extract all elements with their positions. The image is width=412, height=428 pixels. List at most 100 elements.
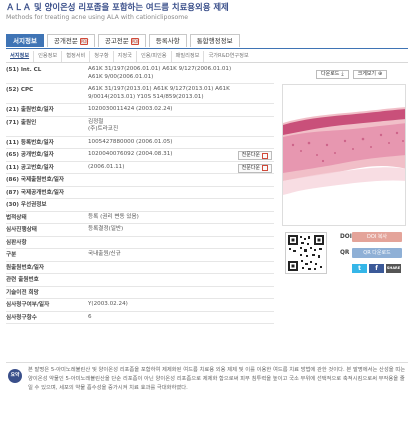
biblio-row: 심사청구여부/일자 Y(2003.02.24) — [6, 299, 274, 312]
subtab-claims[interactable]: 청구항 — [90, 50, 114, 62]
biblio-value: A61K 31/197(2006.01.01) A61K 9/127(2006.… — [88, 64, 274, 83]
tab-label: 통합행정정보 — [196, 37, 233, 45]
tab-registration[interactable]: 등록사항 — [148, 34, 187, 47]
biblio-row: 심사청구항수 6 — [6, 312, 274, 324]
biblio-value-line: 등록결정(일반) — [88, 226, 124, 232]
full-text-download-button[interactable]: 전문다운 — [237, 163, 272, 173]
biblio-label: (65) 공개번호/일자 — [6, 152, 54, 158]
biblio-row: (71) 출원인 김정철 (주)트라코진 — [6, 117, 274, 137]
qr-label: QR — [340, 250, 350, 256]
doi-copy-button[interactable]: DOI 복사 — [352, 232, 402, 242]
subtab-family[interactable]: 패밀리정보 — [172, 50, 205, 62]
biblio-row: (21) 출원번호/일자 1020030011424 (2003.02.24) — [6, 104, 274, 117]
biblio-value: 1005427880000 (2006.01.05) — [88, 137, 274, 149]
representative-drawing[interactable] — [282, 84, 406, 226]
tab-admin-info[interactable]: 통합행정정보 — [189, 34, 240, 47]
biblio-label: 법적상태 — [6, 214, 27, 221]
pdf-icon — [262, 152, 268, 159]
biblio-label: 심사청구여부/일자 — [6, 302, 50, 308]
biblio-row: (65) 공개번호/일자 1020040076092 (2004.08.31) 전문… — [6, 149, 274, 162]
biblio-value-line — [88, 189, 274, 197]
page-header: ＡＬＡ 및 양이온성 리포좀을 포함하는 여드름 치료용외용 제제 Method… — [6, 2, 408, 22]
subtab-divider — [6, 62, 408, 63]
biblio-label: 관련 출원번호 — [6, 277, 39, 283]
biblio-value — [88, 199, 274, 211]
biblio-value-line: (주)트라코진 — [88, 126, 119, 132]
subtab-cited-by[interactable]: 인용/피인용 — [137, 50, 172, 62]
biblio-value: 김정철 (주)트라코진 — [88, 117, 274, 136]
biblio-label: (52) CPC — [6, 87, 34, 93]
biblio-label: (51) Int. CL — [6, 67, 42, 73]
biblio-value: 등록결정(일반) — [88, 224, 274, 236]
image-toolbar: 다운로드 ⤓ 크게보기 ⊕ — [316, 70, 388, 79]
abstract-badge: 요약 — [8, 369, 22, 383]
biblio-label: (11) 공고번호/일자 — [6, 164, 54, 171]
biblio-value-line — [88, 276, 274, 284]
biblio-row: (86) 국제출원번호/일자 — [6, 174, 274, 187]
biblio-value: 6 — [88, 312, 274, 324]
biblio-value: Y(2003.02.24) — [88, 299, 274, 311]
biblio-value — [88, 274, 274, 286]
biblio-label: (11) 등록번호/일자 — [6, 139, 54, 146]
pdf-icon: PDF — [130, 37, 140, 45]
download-label: 다운로드 — [321, 71, 340, 77]
biblio-row: (52) CPC A61K 31/197(2013.01) A61K 9/127(… — [6, 84, 274, 104]
tab-announcement-full-text[interactable]: 공고전문 PDF — [97, 34, 146, 47]
biblio-value-line: 1020030011424 (2003.02.24) — [88, 106, 173, 112]
tab-label: 서지정보 — [13, 37, 37, 45]
biblio-value-line: 국내출원/신규 — [88, 251, 121, 257]
biblio-value-line: 9/0014(2013.01) Y10S 514/859(2013.01) — [88, 93, 204, 100]
biblio-value-line: 6 — [88, 313, 92, 320]
share-icon[interactable]: SHARE — [386, 264, 401, 273]
biblio-value-line: A61K 9/00(2006.01.01) — [88, 73, 154, 80]
qr-code-icon — [285, 232, 327, 274]
biblio-row: (11) 등록번호/일자 1005427880000 (2006.01.05) — [6, 137, 274, 149]
biblio-value-line — [88, 239, 274, 247]
qr-download-button[interactable]: QR 다운로드 — [352, 248, 402, 258]
twitter-icon[interactable]: t — [352, 264, 367, 273]
biblio-row: 구분 국내출원/신규 — [6, 249, 274, 262]
biblio-value-line: A61K 31/197(2013.01) A61K 9/127(2013.01)… — [88, 86, 230, 92]
biblio-value — [88, 187, 274, 199]
biblio-label: 심판사항 — [6, 239, 27, 246]
sub-tabs: 서지정보 인용정보 협정서비 청구항 지정국 인용/피인용 패밀리정보 국가R&… — [6, 50, 253, 62]
tab-label: 공개전문 — [53, 37, 78, 45]
biblio-value-line: 1005427880000 (2006.01.05) — [88, 138, 173, 145]
biblio-label: 기술이전 희망 — [6, 289, 39, 296]
biblio-row: 심사진행상태 등록결정(일반) — [6, 224, 274, 237]
subtab-bibliography[interactable]: 서지정보 — [6, 50, 35, 62]
biblio-value-line: 김정철 — [88, 118, 104, 125]
biblio-value: A61K 31/197(2013.01) A61K 9/127(2013.01)… — [88, 84, 274, 103]
image-download-button[interactable]: 다운로드 ⤓ — [316, 70, 349, 79]
full-text-download-button[interactable]: 전문다운 — [237, 151, 272, 160]
biblio-value — [88, 174, 274, 186]
biblio-label: (30) 우선권정보 — [6, 202, 47, 208]
pdf-icon — [262, 165, 268, 171]
facebook-icon[interactable]: f — [369, 264, 384, 273]
biblio-value: 등록 (권리 변동 있음) — [88, 212, 274, 224]
sns-buttons: t f SHARE — [352, 264, 401, 273]
abstract-text: 본 발명은 5-아미노레뷸린산 및 양이온성 리포좀을 포함하여 제제화된 여드… — [28, 367, 406, 392]
image-zoom-button[interactable]: 크게보기 ⊕ — [352, 70, 388, 79]
biblio-label: (86) 국제출원번호/일자 — [6, 177, 65, 183]
doi-label: DOI — [340, 234, 352, 240]
subtab-citation[interactable]: 인용정보 — [34, 50, 63, 62]
biblio-row: 법적상태 등록 (권리 변동 있음) — [6, 212, 274, 224]
biblio-value: 국내출원/신규 — [88, 249, 274, 261]
biblio-row: 원출원번호/일자 — [6, 262, 274, 274]
tab-publication-full-text[interactable]: 공개전문 PDF — [46, 34, 95, 47]
tab-bibliography[interactable]: 서지정보 — [6, 34, 44, 47]
biblio-value-line — [88, 264, 274, 272]
biblio-row: (11) 공고번호/일자 (2006.01.11) 전문다운 — [6, 162, 274, 174]
subtab-rnd[interactable]: 국가R&D연구정보 — [204, 51, 252, 62]
subtab-designated-states[interactable]: 지정국 — [114, 50, 137, 62]
abstract-section: 요약 본 발명은 5-아미노레뷸린산 및 양이온성 리포좀을 포함하여 제제화된… — [6, 362, 408, 426]
biblio-value: 1020030011424 (2003.02.24) — [88, 104, 274, 116]
biblio-label: 구분 — [6, 252, 17, 258]
zoom-label: 크게보기 — [357, 71, 377, 77]
tissue-micrograph-image — [283, 85, 405, 225]
biblio-label: 심사진행상태 — [6, 227, 37, 233]
subtab-agreement[interactable]: 협정서비 — [62, 50, 91, 62]
biblio-value — [88, 262, 274, 274]
biblio-value-line: Y(2003.02.24) — [88, 301, 128, 307]
